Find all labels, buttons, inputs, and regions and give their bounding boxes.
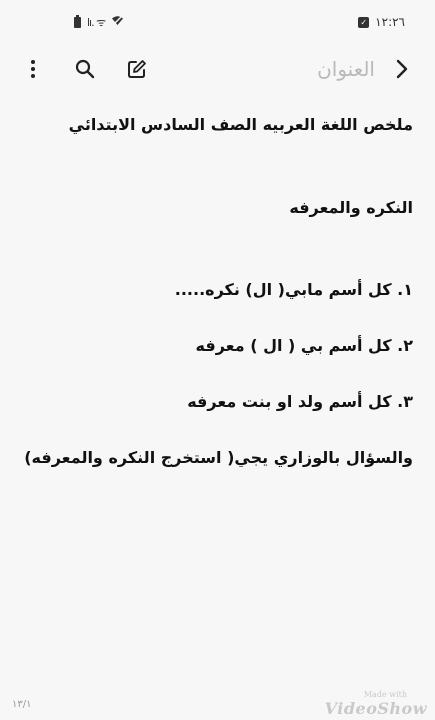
- note-title-input[interactable]: العنوان: [317, 57, 375, 81]
- edit-button[interactable]: [126, 58, 148, 80]
- app-actions: [22, 58, 148, 80]
- notification-check-icon: ✓: [358, 16, 370, 28]
- chevron-right-icon: [396, 59, 408, 79]
- status-indicators: lı. ᯤ: [74, 14, 124, 30]
- status-bar: lı. ᯤ ✓ ١٢:٢٦: [0, 0, 435, 44]
- app-title-group: العنوان: [317, 57, 413, 81]
- edit-icon: [128, 60, 146, 78]
- signal-icon: lı. ᯤ: [87, 15, 106, 29]
- search-icon: [75, 59, 95, 79]
- back-button[interactable]: [391, 58, 413, 80]
- watermark-made-with: Made with: [363, 690, 407, 699]
- page-counter: ١٣/١: [12, 699, 32, 710]
- note-line: ٢. كل أسم بي ( ال ) معرفه: [195, 336, 413, 355]
- note-line: والسؤال بالوزاري يجي( استخرج النكره والم…: [24, 448, 413, 467]
- watermark-logo-text: VideoShow: [324, 699, 427, 718]
- note-line: ملخص اللغة العربيه الصف السادس الابتدائي: [68, 115, 413, 134]
- search-button[interactable]: [74, 58, 96, 80]
- status-clock-group: ✓ ١٢:٢٦: [358, 15, 405, 29]
- videoshow-watermark: Made with VideoShow: [325, 690, 427, 718]
- more-vertical-icon: [31, 60, 35, 78]
- status-time: ١٢:٢٦: [375, 15, 405, 29]
- note-line: ١. كل أسم مابي( ال) نكره.....: [174, 280, 413, 299]
- wifi-icon: [111, 15, 124, 29]
- note-line: النكره والمعرفه: [289, 198, 413, 217]
- more-options-button[interactable]: [22, 58, 44, 80]
- app-bar: العنوان: [0, 44, 435, 94]
- note-line: ٣. كل أسم ولد او بنت معرفه: [187, 392, 413, 411]
- battery-icon: [74, 14, 81, 28]
